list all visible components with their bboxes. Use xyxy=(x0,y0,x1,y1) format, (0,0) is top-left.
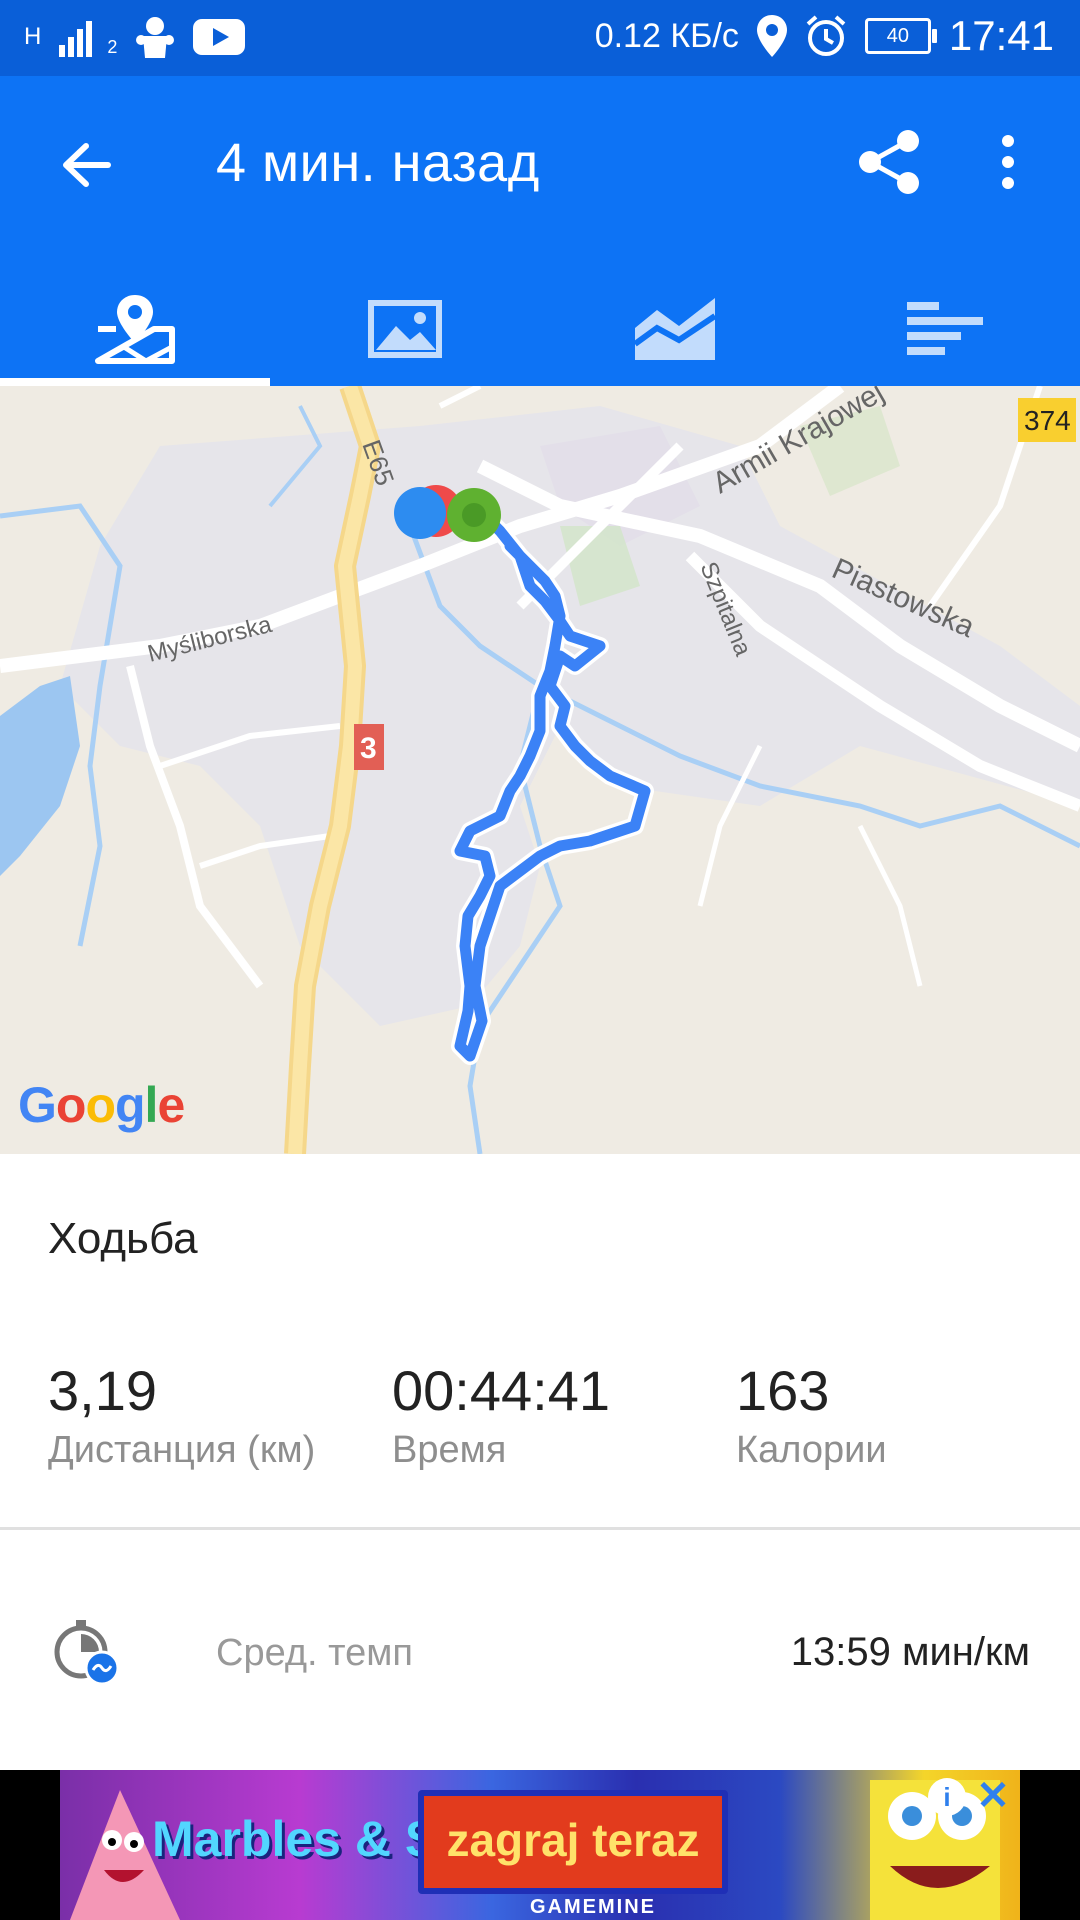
stat-value: 00:44:41 xyxy=(392,1359,610,1422)
tab-charts[interactable] xyxy=(540,272,810,386)
alarm-icon xyxy=(806,15,846,56)
stat-label: Дистанция (км) xyxy=(48,1429,316,1471)
share-button[interactable] xyxy=(852,124,928,200)
network-speed: 0.12 КБ/с xyxy=(594,16,739,55)
ad-close-icon[interactable]: ✕ xyxy=(974,1776,1012,1816)
chart-area-icon xyxy=(633,298,717,360)
ad-info-icon[interactable]: i xyxy=(928,1778,966,1816)
divider xyxy=(0,1527,1080,1530)
location-icon xyxy=(756,15,787,57)
share-icon xyxy=(859,130,919,194)
route-marker-start xyxy=(394,487,446,539)
ad-creative[interactable]: Marbles & Slides zagraj teraz GAMEMINE i… xyxy=(60,1770,1020,1920)
map-pin-icon xyxy=(95,295,175,364)
ad-brand: GAMEMINE xyxy=(530,1896,656,1918)
network-type: H xyxy=(24,23,42,50)
page-title: 4 мин. назад xyxy=(216,133,540,193)
sim-index: 2 xyxy=(107,36,118,57)
signal-icon xyxy=(59,21,93,57)
tab-splits[interactable] xyxy=(810,272,1080,386)
stat-label: Калории xyxy=(736,1429,887,1471)
status-right: 0.12 КБ/с 40 17:41 xyxy=(595,12,1054,60)
status-bar: H 2 0.12 КБ/с 40 17:41 xyxy=(0,0,1080,76)
back-button[interactable] xyxy=(52,130,122,200)
tab-map[interactable] xyxy=(0,272,270,386)
battery-indicator: 40 xyxy=(864,18,937,54)
route-map[interactable]: E65 374 3 Armii Krajowej Myśliborska Szp… xyxy=(0,386,1080,1154)
more-options-button[interactable] xyxy=(984,124,1032,200)
stat-value: 3,19 xyxy=(48,1359,157,1422)
pace-row: Сред. темп 13:59 мин/км xyxy=(0,1600,1080,1700)
bars-icon xyxy=(907,302,983,355)
photo-icon xyxy=(368,300,442,358)
stat-value: 163 xyxy=(736,1359,830,1422)
clock: 17:41 xyxy=(948,12,1054,59)
google-logo: Google xyxy=(18,1077,185,1133)
app-bar: 4 мин. назад xyxy=(0,76,1080,386)
stat-distance: 3,19 Дистанция (км) xyxy=(48,1358,315,1472)
mascot-icon xyxy=(136,17,175,58)
pace-label: Сред. темп xyxy=(216,1632,413,1674)
arrow-back-icon xyxy=(63,143,111,187)
map-canvas: E65 374 3 Armii Krajowej Myśliborska Szp… xyxy=(0,386,1080,1154)
timer-icon xyxy=(50,1616,120,1691)
map-label-374: 374 xyxy=(1024,405,1071,436)
ad-cta-button[interactable]: zagraj teraz xyxy=(418,1790,728,1894)
map-label-3: 3 xyxy=(360,732,377,765)
activity-type: Ходьба xyxy=(48,1214,198,1263)
stat-label: Время xyxy=(392,1429,507,1471)
tab-bar xyxy=(0,272,1080,386)
youtube-icon xyxy=(193,19,246,55)
stat-calories: 163 Калории xyxy=(736,1358,887,1472)
ad-banner[interactable]: Marbles & Slides zagraj teraz GAMEMINE i… xyxy=(0,1770,1080,1920)
stat-time: 00:44:41 Время xyxy=(392,1358,610,1472)
pace-value: 13:59 мин/км xyxy=(790,1630,1030,1674)
more-vert-icon xyxy=(1002,135,1014,189)
tab-photos[interactable] xyxy=(270,272,540,386)
status-left: H 2 xyxy=(24,14,246,60)
